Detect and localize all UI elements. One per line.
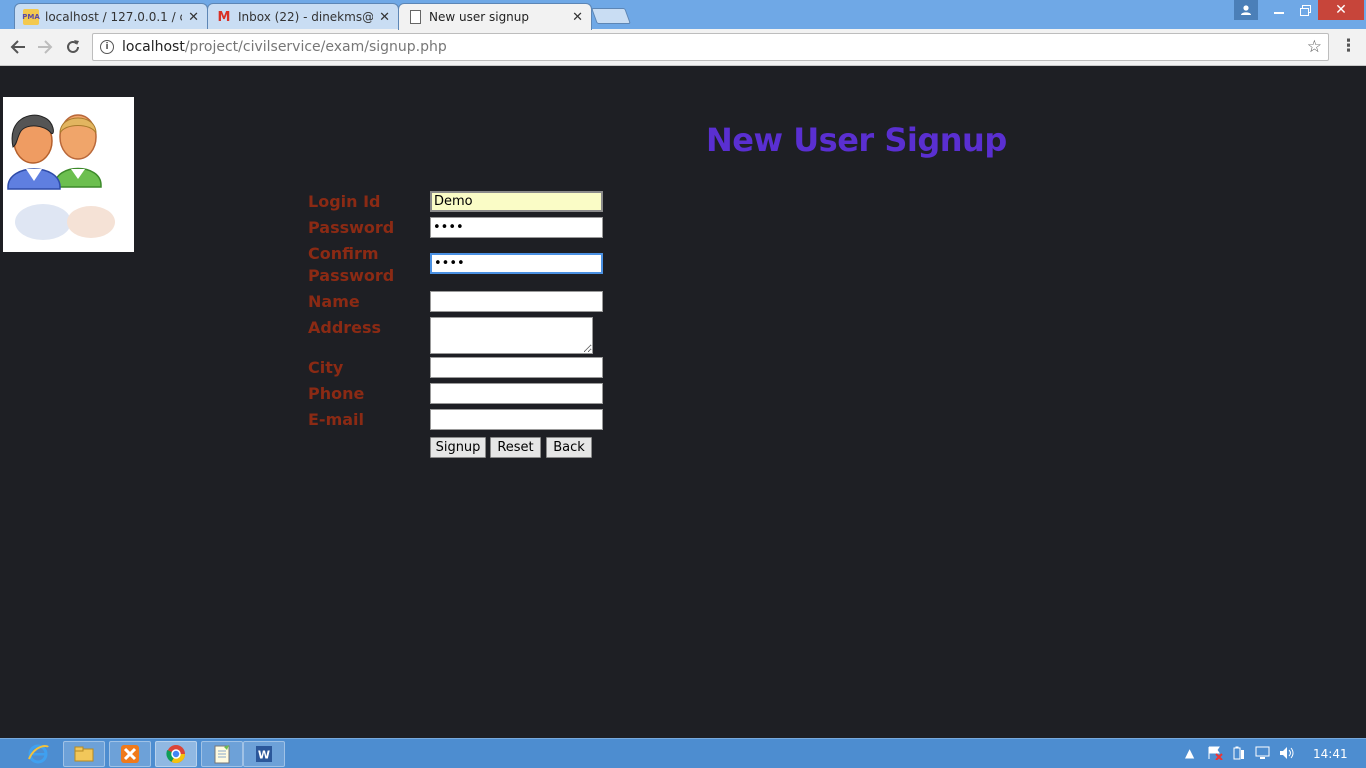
document-icon — [407, 9, 423, 25]
address-bar[interactable]: i localhost/project/civilservice/exam/si… — [92, 33, 1329, 61]
users-logo-image — [3, 97, 134, 252]
bookmark-star-icon[interactable]: ☆ — [1307, 37, 1322, 57]
phpmyadmin-icon: PMA — [22, 9, 40, 25]
confirm-password-label-line2: Password — [308, 266, 395, 285]
minimize-icon[interactable] — [1266, 0, 1292, 20]
taskbar-clock[interactable]: 14:41 — [1313, 747, 1348, 761]
internet-explorer-icon[interactable] — [18, 741, 58, 767]
password-input[interactable] — [430, 217, 603, 238]
notepad-icon[interactable] — [201, 741, 243, 767]
signup-button[interactable]: Signup — [430, 437, 486, 458]
city-label: City — [308, 358, 344, 377]
new-tab-button[interactable] — [591, 8, 631, 24]
close-icon[interactable]: ✕ — [188, 10, 199, 25]
phone-label: Phone — [308, 384, 365, 403]
reset-button[interactable]: Reset — [490, 437, 541, 458]
name-input[interactable] — [430, 291, 603, 312]
confirm-password-input[interactable] — [430, 253, 603, 274]
close-icon[interactable]: ✕ — [379, 10, 390, 25]
info-icon[interactable]: i — [100, 40, 114, 54]
confirm-password-label-line1: Confirm — [308, 244, 379, 263]
restore-icon[interactable] — [1292, 0, 1318, 20]
tab-phpmyadmin[interactable]: PMA localhost / 127.0.0.1 / civ ✕ — [14, 3, 208, 30]
page-title: New User Signup — [706, 121, 1007, 159]
volume-icon[interactable] — [1279, 746, 1295, 763]
email-input[interactable] — [430, 409, 603, 430]
forward-arrow-icon[interactable] — [33, 35, 57, 59]
address-textarea[interactable] — [430, 317, 593, 354]
gmail-icon: M — [217, 9, 231, 25]
phone-input[interactable] — [430, 383, 603, 404]
word-icon[interactable]: W — [243, 741, 285, 767]
address-label: Address — [308, 318, 382, 337]
svg-text:W: W — [258, 749, 270, 762]
xampp-icon[interactable] — [109, 741, 151, 767]
url-path: /project/civilservice/exam/signup.php — [184, 39, 447, 55]
page-content: New User Signup Login Id Password Confir… — [0, 67, 1366, 738]
back-button[interactable]: Back — [546, 437, 592, 458]
browser-toolbar: i localhost/project/civilservice/exam/si… — [0, 29, 1366, 66]
tab-title: New user signup — [429, 10, 530, 24]
show-hidden-icons-icon[interactable]: ▲ — [1185, 746, 1194, 760]
browser-menu-icon[interactable]: ⋮ — [1340, 36, 1357, 56]
network-icon[interactable] — [1255, 746, 1271, 763]
power-icon[interactable] — [1231, 746, 1245, 763]
name-label: Name — [308, 292, 360, 311]
login-id-input[interactable] — [430, 191, 603, 212]
chrome-icon[interactable] — [155, 741, 197, 767]
tab-new-user-signup[interactable]: New user signup ✕ — [398, 3, 592, 30]
reload-icon[interactable] — [61, 35, 85, 59]
file-explorer-icon[interactable] — [63, 741, 105, 767]
close-icon[interactable]: ✕ — [572, 10, 583, 25]
tab-title: localhost / 127.0.0.1 / civ — [45, 10, 183, 24]
tab-title: Inbox (22) - dinekms@gr — [238, 10, 374, 24]
windows-taskbar: W ▲ 14:41 — [0, 738, 1366, 768]
login-id-label: Login Id — [308, 192, 381, 211]
browser-tabstrip: PMA localhost / 127.0.0.1 / civ ✕ M Inbo… — [0, 0, 1366, 30]
city-input[interactable] — [430, 357, 603, 378]
user-profile-icon[interactable] — [1234, 0, 1258, 20]
tab-gmail[interactable]: M Inbox (22) - dinekms@gr ✕ — [207, 3, 399, 30]
back-arrow-icon[interactable] — [6, 35, 30, 59]
url-host: localhost — [122, 39, 185, 55]
email-label: E-mail — [308, 410, 365, 429]
password-label: Password — [308, 218, 395, 237]
action-center-icon[interactable] — [1207, 746, 1223, 763]
close-window-icon[interactable]: ✕ — [1318, 0, 1364, 20]
